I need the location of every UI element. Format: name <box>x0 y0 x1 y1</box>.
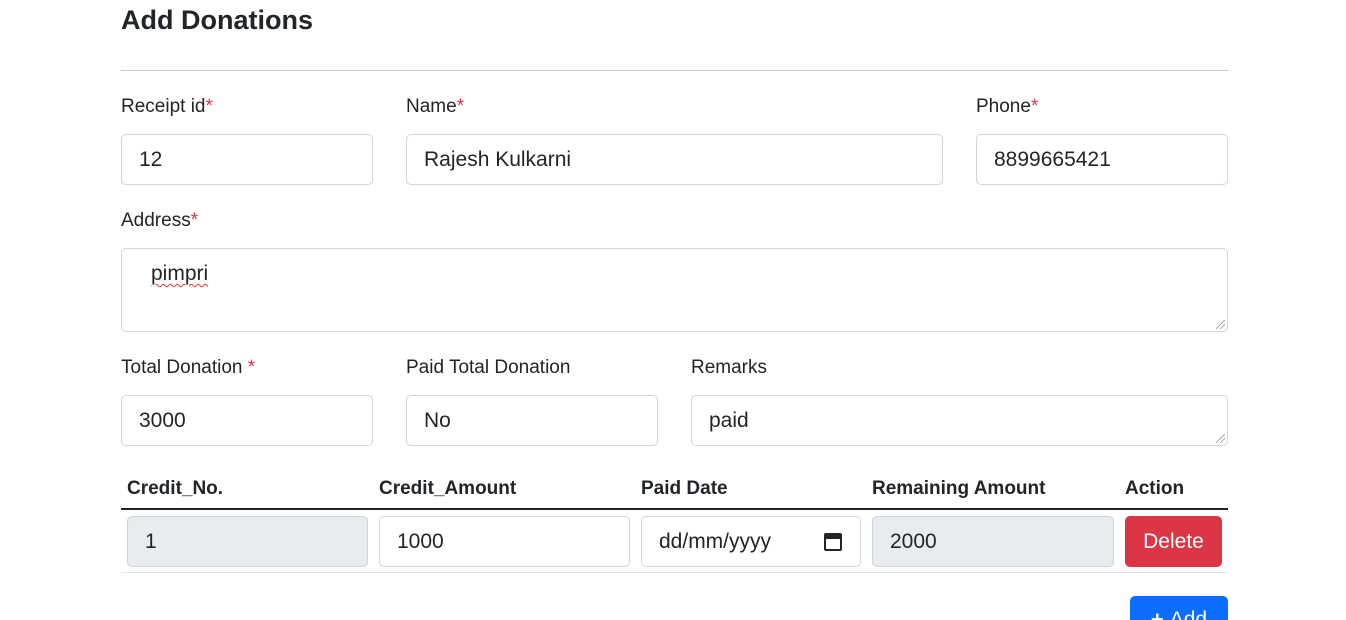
total-donation-value: 3000 <box>139 408 186 432</box>
receipt-id-value: 12 <box>139 147 163 171</box>
address-value: pimpri <box>151 262 209 285</box>
column-header-credit-amount: Credit_Amount <box>379 478 517 499</box>
credit-no-input: 1 <box>127 516 368 567</box>
resize-handle[interactable] <box>1216 434 1225 443</box>
phone-label-text: Phone <box>976 96 1031 117</box>
receipt-id-label-text: Receipt id <box>121 96 206 117</box>
credit-amount-value: 1000 <box>397 529 444 553</box>
remarks-textarea[interactable]: paid <box>691 395 1228 446</box>
phone-input[interactable]: 8899665421 <box>976 134 1228 185</box>
name-label-text: Name <box>406 96 457 117</box>
total-donation-input[interactable]: 3000 <box>121 395 373 446</box>
receipt-id-input[interactable]: 12 <box>121 134 373 185</box>
table-row-border <box>121 572 1228 573</box>
paid-total-donation-value: No <box>424 408 451 432</box>
add-donations-page: Add Donations Receipt id* Name* Phone* 1… <box>0 0 1346 620</box>
resize-handle[interactable] <box>1216 320 1225 329</box>
address-label: Address* <box>121 210 198 232</box>
delete-button-label: Delete <box>1143 529 1204 553</box>
required-mark: * <box>247 357 256 378</box>
remarks-value: paid <box>709 408 749 432</box>
required-mark: * <box>190 210 199 231</box>
total-donation-label: Total Donation * <box>121 357 255 379</box>
remarks-label: Remarks <box>691 357 768 378</box>
name-value: Rajesh Kulkarni <box>424 147 572 171</box>
remaining-amount-input: 2000 <box>872 516 1114 567</box>
address-label-text: Address <box>121 210 191 231</box>
column-header-remaining-amount: Remaining Amount <box>872 478 1046 499</box>
receipt-id-label: Receipt id* <box>121 96 213 118</box>
table-header-border <box>121 508 1228 510</box>
title-divider <box>121 70 1228 71</box>
phone-label: Phone* <box>976 96 1038 118</box>
paid-total-donation-input[interactable]: No <box>406 395 658 446</box>
calendar-icon[interactable] <box>824 532 842 551</box>
add-credit-button[interactable]: + Add <box>1130 596 1228 620</box>
paid-total-donation-label: Paid Total Donation <box>406 357 571 378</box>
phone-value: 8899665421 <box>994 147 1111 171</box>
add-button-label: Add <box>1169 608 1208 620</box>
required-mark: * <box>456 96 465 117</box>
credit-amount-input[interactable]: 1000 <box>379 516 630 567</box>
page-title: Add Donations <box>121 5 313 35</box>
remaining-amount-value: 2000 <box>890 529 937 553</box>
address-textarea[interactable]: pimpri <box>121 248 1228 332</box>
total-donation-label-text: Total Donation <box>121 357 248 378</box>
paid-date-placeholder: dd/mm/yyyy <box>659 529 772 553</box>
required-mark: * <box>1030 96 1039 117</box>
plus-icon: + <box>1150 607 1164 620</box>
column-header-action: Action <box>1125 478 1185 499</box>
column-header-paid-date: Paid Date <box>641 478 728 499</box>
name-input[interactable]: Rajesh Kulkarni <box>406 134 943 185</box>
delete-button[interactable]: Delete <box>1125 516 1222 567</box>
name-label: Name* <box>406 96 464 118</box>
required-mark: * <box>205 96 213 117</box>
credit-no-value: 1 <box>145 529 157 553</box>
column-header-credit-no: Credit_No. <box>127 478 224 499</box>
paid-date-input[interactable]: dd/mm/yyyy <box>641 516 861 567</box>
